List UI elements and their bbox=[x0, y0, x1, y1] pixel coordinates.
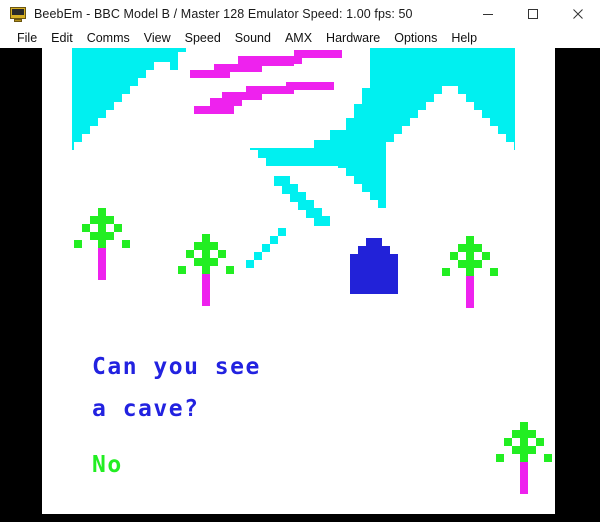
menu-bar: File Edit Comms View Speed Sound AMX Har… bbox=[0, 28, 600, 48]
beeb-graphics bbox=[42, 48, 555, 514]
menu-item-speed[interactable]: Speed bbox=[178, 28, 228, 48]
bbc-micro-monitor-icon bbox=[10, 6, 26, 22]
menu-item-options[interactable]: Options bbox=[387, 28, 444, 48]
minimize-button[interactable] bbox=[465, 0, 510, 28]
menu-item-edit[interactable]: Edit bbox=[44, 28, 80, 48]
menu-item-amx[interactable]: AMX bbox=[278, 28, 319, 48]
minimize-icon bbox=[482, 14, 493, 15]
prompt-line-2: a cave? bbox=[92, 396, 200, 422]
menu-item-help[interactable]: Help bbox=[444, 28, 484, 48]
beeb-screen[interactable]: Can you see a cave? No bbox=[42, 48, 555, 514]
maximize-button[interactable] bbox=[510, 0, 555, 28]
close-icon bbox=[572, 9, 583, 19]
window-controls bbox=[465, 0, 600, 28]
close-button[interactable] bbox=[555, 0, 600, 28]
menu-item-comms[interactable]: Comms bbox=[80, 28, 137, 48]
answer-text: No bbox=[92, 452, 123, 478]
window-title: BeebEm - BBC Model B / Master 128 Emulat… bbox=[34, 7, 413, 21]
menu-item-hardware[interactable]: Hardware bbox=[319, 28, 387, 48]
emulator-viewport[interactable]: Can you see a cave? No bbox=[0, 48, 600, 522]
pixel-artwork bbox=[42, 48, 555, 514]
beebem-window: BeebEm - BBC Model B / Master 128 Emulat… bbox=[0, 0, 600, 522]
menu-item-sound[interactable]: Sound bbox=[228, 28, 278, 48]
title-bar: BeebEm - BBC Model B / Master 128 Emulat… bbox=[0, 0, 600, 28]
prompt-line-1: Can you see bbox=[92, 354, 261, 380]
menu-item-view[interactable]: View bbox=[137, 28, 178, 48]
maximize-icon bbox=[527, 9, 538, 19]
menu-item-file[interactable]: File bbox=[10, 28, 44, 48]
